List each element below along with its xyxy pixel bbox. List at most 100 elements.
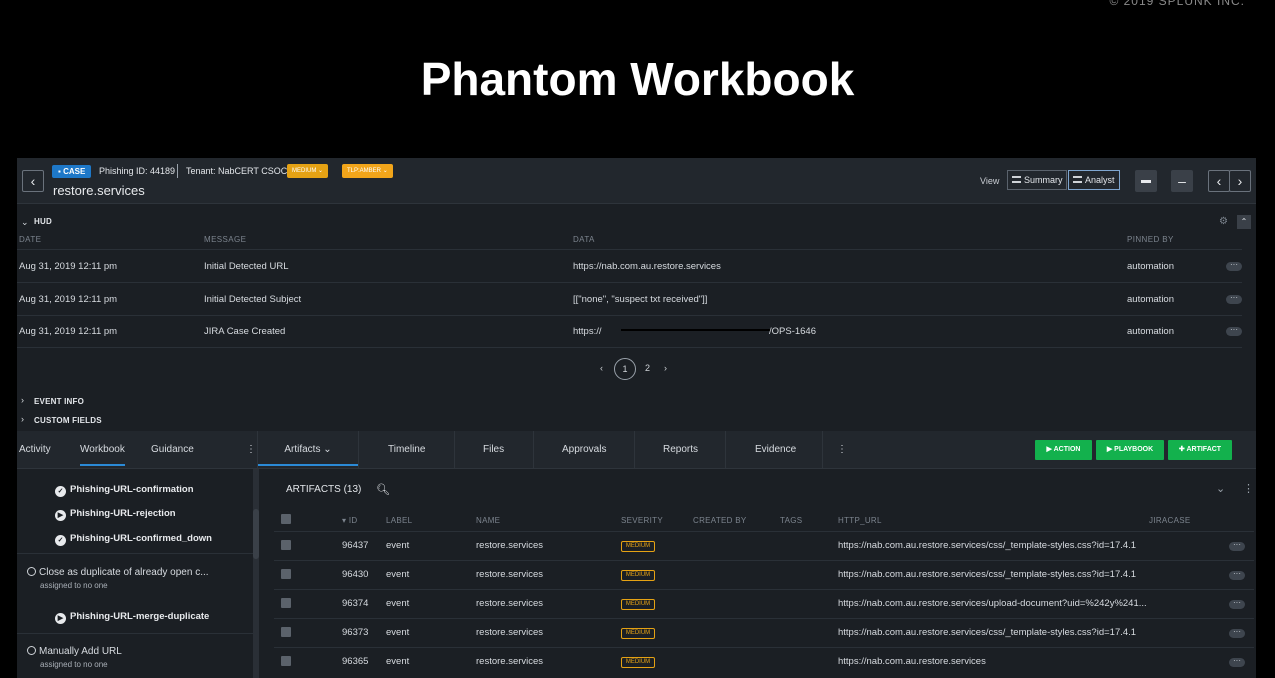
more-options-button[interactable]: ··· xyxy=(1226,326,1242,336)
hud-collapse-toggle[interactable]: ⌄ xyxy=(21,217,29,228)
tab-guidance[interactable]: Guidance xyxy=(151,444,194,455)
collapse-hud-button[interactable]: ⌃ xyxy=(1237,215,1251,229)
divider xyxy=(725,431,726,469)
hud-row-date: Aug 31, 2019 12:11 pm xyxy=(19,294,118,305)
col-id-label: ID xyxy=(348,516,358,525)
playbook-button-label: PLAYBOOK xyxy=(1114,446,1154,453)
case-id: Phishing ID: 44189 xyxy=(99,166,176,176)
tab-reports[interactable]: Reports xyxy=(663,444,698,455)
playbook-item[interactable]: ✓ Phishing-URL-confirmed_down xyxy=(55,533,212,546)
col-label[interactable]: LABEL xyxy=(386,516,412,525)
artifact-id: 96430 xyxy=(342,569,369,580)
tab-artifacts-label: Artifacts xyxy=(284,444,321,455)
copyright-text: © 2019 SPLUNK INC. xyxy=(1109,0,1245,8)
action-button[interactable]: ▶ ACTION xyxy=(1035,440,1092,460)
severity-chip-label: MEDIUM xyxy=(292,168,317,174)
more-tabs-icon[interactable]: ⋮ xyxy=(837,444,847,455)
chevron-right-icon[interactable]: › xyxy=(21,414,24,424)
hud-row-data: https:// xyxy=(573,326,602,337)
col-severity[interactable]: SEVERITY xyxy=(621,516,663,525)
row-more-button[interactable]: ··· xyxy=(1229,628,1245,638)
hud-row-pinned-by: automation xyxy=(1127,326,1175,337)
tlp-dropdown[interactable]: TLP:AMBER ⌄ xyxy=(342,164,393,178)
playbook-item[interactable]: ✓ Phishing-URL-confirmation xyxy=(55,484,194,497)
task-manually-add-url[interactable]: Manually Add URL xyxy=(27,646,122,657)
row-checkbox[interactable] xyxy=(281,598,291,608)
divider xyxy=(274,531,1254,532)
workbook-panel: ✓ Phishing-URL-confirmation ▶ Phishing-URL… xyxy=(17,469,253,678)
col-http-url[interactable]: HTTP_URL xyxy=(838,516,882,525)
minimize-button[interactable]: – xyxy=(1171,170,1193,192)
plus-icon: ✚ xyxy=(1178,446,1185,453)
col-jiracase[interactable]: JIRACASE xyxy=(1149,516,1191,525)
pager-next[interactable]: › xyxy=(664,363,667,373)
divider xyxy=(274,618,1254,619)
event-info-section[interactable]: EVENT INFO xyxy=(34,397,84,406)
hud-row-data: [["none", "suspect txt received"]] xyxy=(573,294,708,305)
custom-fields-section[interactable]: CUSTOM FIELDS xyxy=(34,416,102,425)
pager-page-2[interactable]: 2 xyxy=(645,363,650,373)
select-all-checkbox[interactable] xyxy=(281,514,291,524)
divider xyxy=(822,431,823,469)
add-artifact-button[interactable]: ✚ ARTIFACT xyxy=(1168,440,1232,460)
play-circle-icon: ▶ xyxy=(55,510,66,521)
case-badge-label: CASE xyxy=(63,167,86,176)
double-chevron-down-icon[interactable]: ⌄ xyxy=(1216,482,1225,495)
briefcase-button[interactable]: ▬ xyxy=(1135,170,1157,192)
tab-files[interactable]: Files xyxy=(483,444,504,455)
tlp-chip-label: TLP:AMBER xyxy=(347,168,382,174)
tab-bar: Activity Workbook Guidance ⋮ Artifacts ⌄… xyxy=(17,431,1256,469)
row-more-button[interactable]: ··· xyxy=(1229,570,1245,580)
playbook-button[interactable]: ▶ PLAYBOOK xyxy=(1096,440,1164,460)
severity-dropdown[interactable]: MEDIUM ⌄ xyxy=(287,164,329,178)
view-analyst-label: Analyst xyxy=(1085,175,1115,185)
tab-artifacts[interactable]: Artifacts ⌄ xyxy=(258,444,358,466)
prev-case-button[interactable]: ‹ xyxy=(1208,170,1230,192)
severity-badge: MEDIUM xyxy=(621,570,655,581)
row-checkbox[interactable] xyxy=(281,569,291,579)
playbook-item[interactable]: ▶ Phishing-URL-merge-duplicate xyxy=(55,611,209,624)
task-close-duplicate[interactable]: Close as duplicate of already open c... xyxy=(27,567,209,578)
more-options-button[interactable]: ··· xyxy=(1226,294,1242,304)
artifact-name: restore.services xyxy=(476,569,544,580)
col-name[interactable]: NAME xyxy=(476,516,500,525)
tab-workbook[interactable]: Workbook xyxy=(80,444,125,466)
row-more-button[interactable]: ··· xyxy=(1229,599,1245,609)
more-tabs-icon[interactable]: ⋮ xyxy=(246,444,256,455)
artifact-label: event xyxy=(386,540,410,551)
severity-badge: MEDIUM xyxy=(621,599,655,610)
severity-badge: MEDIUM xyxy=(621,657,655,668)
pager-prev[interactable]: ‹ xyxy=(600,363,603,373)
playbook-item[interactable]: ▶ Phishing-URL-rejection xyxy=(55,508,176,521)
tab-activity[interactable]: Activity xyxy=(19,444,51,455)
gear-icon[interactable]: ⚙ xyxy=(1219,216,1228,227)
back-button[interactable]: ‹ xyxy=(22,170,44,192)
playbook-item-label: Phishing-URL-confirmation xyxy=(70,484,194,495)
row-more-button[interactable]: ··· xyxy=(1229,657,1245,667)
tab-timeline[interactable]: Timeline xyxy=(388,444,425,455)
row-checkbox[interactable] xyxy=(281,627,291,637)
col-id[interactable]: ▾ ID xyxy=(342,516,357,525)
tab-approvals[interactable]: Approvals xyxy=(562,444,606,455)
search-icon[interactable]: 🔍︎ xyxy=(376,483,390,496)
hud-row-date: Aug 31, 2019 12:11 pm xyxy=(19,326,118,337)
chevron-down-icon: ⌄ xyxy=(318,168,324,174)
artifact-url: https://nab.com.au.restore.services/css/… xyxy=(838,627,1137,638)
pager-page-1[interactable]: 1 xyxy=(614,358,636,380)
chevron-right-icon[interactable]: › xyxy=(21,395,24,405)
row-checkbox[interactable] xyxy=(281,656,291,666)
row-checkbox[interactable] xyxy=(281,540,291,550)
divider xyxy=(454,431,455,469)
more-options-button[interactable]: ··· xyxy=(1226,261,1242,271)
next-case-button[interactable]: › xyxy=(1229,170,1251,192)
row-more-button[interactable]: ··· xyxy=(1229,541,1245,551)
redaction-bar xyxy=(621,329,771,331)
view-analyst-button[interactable]: Analyst xyxy=(1068,170,1120,190)
col-tags[interactable]: TAGS xyxy=(780,516,802,525)
task-assignee: assigned to no one xyxy=(40,660,108,669)
task-label: Manually Add URL xyxy=(39,646,122,657)
view-summary-button[interactable]: Summary xyxy=(1007,170,1067,190)
col-created-by[interactable]: CREATED BY xyxy=(693,516,747,525)
tab-evidence[interactable]: Evidence xyxy=(755,444,796,455)
more-options-icon[interactable]: ⋮ xyxy=(1243,482,1254,495)
